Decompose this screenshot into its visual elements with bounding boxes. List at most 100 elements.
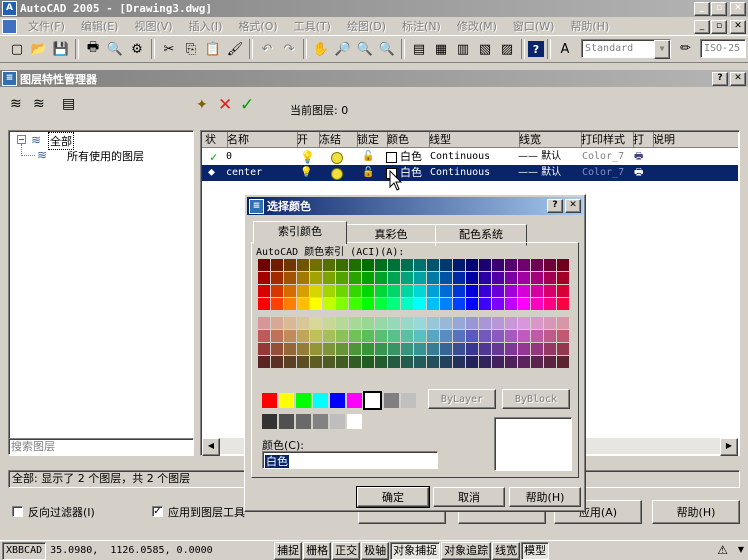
aci-swatch[interactable] (557, 330, 569, 342)
layer-name[interactable]: center (226, 165, 262, 181)
document-icon[interactable] (2, 18, 17, 34)
aci-swatch[interactable] (427, 298, 439, 310)
col-color[interactable]: 颜色 (384, 132, 430, 148)
swatch-gray-251[interactable] (279, 414, 294, 429)
aci-swatch[interactable] (427, 285, 439, 297)
swatch-gray-255[interactable] (347, 414, 362, 429)
help-icon[interactable]: ? (528, 41, 544, 57)
aci-swatch[interactable] (362, 330, 374, 342)
aci-swatch[interactable] (492, 272, 504, 284)
menu-file[interactable]: 文件(F) (20, 18, 73, 35)
aci-swatch[interactable] (544, 259, 556, 271)
zoom-realtime-icon[interactable]: 🔎 (332, 38, 354, 60)
aci-swatch[interactable] (310, 259, 322, 271)
aci-swatch[interactable] (284, 285, 296, 297)
aci-swatch[interactable] (414, 343, 426, 355)
chevron-down-icon[interactable]: ▼ (654, 40, 670, 59)
aci-swatch[interactable] (284, 272, 296, 284)
layer-help-button[interactable]: 帮助(H) (652, 500, 740, 524)
swatch-gray-8[interactable] (384, 393, 399, 408)
aci-swatch[interactable] (492, 259, 504, 271)
aci-swatch[interactable] (336, 343, 348, 355)
aci-swatch[interactable] (284, 298, 296, 310)
text-style-icon[interactable]: A (554, 38, 576, 60)
byblock-button[interactable]: ByBlock (502, 389, 570, 409)
aci-swatch[interactable] (531, 272, 543, 284)
aci-swatch[interactable] (375, 272, 387, 284)
swatch-cyan[interactable] (313, 393, 328, 408)
aci-swatch[interactable] (453, 343, 465, 355)
aci-swatch[interactable] (271, 317, 283, 329)
aci-swatch[interactable] (505, 298, 517, 310)
printer-icon[interactable]: 🖶 (634, 149, 643, 165)
tree-expand-icon[interactable]: − (17, 135, 26, 144)
tab-index-color[interactable]: 索引颜色 (253, 221, 347, 244)
aci-swatch[interactable] (284, 356, 296, 368)
aci-swatch[interactable] (323, 330, 335, 342)
aci-swatch[interactable] (349, 343, 361, 355)
aci-swatch[interactable] (479, 259, 491, 271)
col-lock[interactable]: 锁定 (354, 132, 388, 148)
aci-swatch[interactable] (388, 285, 400, 297)
swatch-yellow[interactable] (279, 393, 294, 408)
snap-toggle[interactable]: 捕捉 (274, 541, 303, 560)
aci-swatch[interactable] (518, 272, 530, 284)
aci-swatch[interactable] (505, 317, 517, 329)
sun-thawed-icon[interactable] (331, 152, 343, 164)
color-input[interactable]: 白色 (262, 451, 438, 469)
aci-swatch[interactable] (258, 259, 270, 271)
aci-swatch[interactable] (557, 285, 569, 297)
aci-swatch[interactable] (544, 298, 556, 310)
aci-swatch[interactable] (271, 298, 283, 310)
tree-root-all[interactable]: 全部 (48, 132, 74, 150)
aci-swatch[interactable] (401, 272, 413, 284)
aci-swatch[interactable] (466, 285, 478, 297)
aci-swatch[interactable] (362, 343, 374, 355)
aci-palette-bottom[interactable] (258, 317, 570, 369)
aci-swatch[interactable] (323, 356, 335, 368)
aci-swatch[interactable] (258, 356, 270, 368)
restore-button[interactable]: ▫ (711, 2, 727, 16)
swatch-gray-9[interactable] (401, 393, 416, 408)
aci-swatch[interactable] (375, 317, 387, 329)
aci-swatch[interactable] (414, 330, 426, 342)
aci-swatch[interactable] (271, 356, 283, 368)
aci-swatch[interactable] (427, 343, 439, 355)
help-button[interactable]: 帮助(H) (509, 487, 581, 507)
copy-icon[interactable]: ⎘ (180, 38, 202, 60)
aci-swatch[interactable] (284, 330, 296, 342)
aci-swatch[interactable] (401, 285, 413, 297)
aci-swatch[interactable] (518, 285, 530, 297)
bulb-on-icon[interactable]: 💡 (300, 149, 315, 165)
aci-swatch[interactable] (466, 356, 478, 368)
aci-swatch[interactable] (492, 317, 504, 329)
aci-swatch[interactable] (284, 259, 296, 271)
aci-swatch[interactable] (518, 356, 530, 368)
match-properties-icon[interactable]: 🖌 (224, 38, 246, 60)
aci-swatch[interactable] (297, 356, 309, 368)
aci-swatch[interactable] (310, 298, 322, 310)
aci-swatch[interactable] (310, 356, 322, 368)
design-center-icon[interactable]: ▦ (430, 38, 452, 60)
cut-icon[interactable]: ✂ (158, 38, 180, 60)
aci-swatch[interactable] (427, 259, 439, 271)
aci-swatch[interactable] (336, 285, 348, 297)
aci-swatch[interactable] (336, 330, 348, 342)
aci-swatch[interactable] (466, 272, 478, 284)
aci-swatch[interactable] (557, 259, 569, 271)
ortho-toggle[interactable]: 正交 (332, 541, 361, 560)
aci-swatch[interactable] (336, 259, 348, 271)
layer-row-selected[interactable]: ⬥ center 💡 🔓 白色 Continuous —— 默认 Color_7… (202, 165, 738, 181)
open-icon[interactable]: 📂 (28, 38, 50, 60)
swatch-blue[interactable] (330, 393, 345, 408)
aci-swatch[interactable] (258, 343, 270, 355)
aci-swatch[interactable] (258, 317, 270, 329)
aci-swatch[interactable] (518, 330, 530, 342)
markup-icon[interactable]: ▨ (496, 38, 518, 60)
scroll-left-icon[interactable]: ◀ (202, 438, 220, 456)
aci-swatch[interactable] (414, 356, 426, 368)
otrack-toggle[interactable]: 对象追踪 (441, 541, 492, 560)
aci-swatch[interactable] (414, 259, 426, 271)
aci-swatch[interactable] (336, 272, 348, 284)
save-icon[interactable]: 💾 (50, 38, 72, 60)
